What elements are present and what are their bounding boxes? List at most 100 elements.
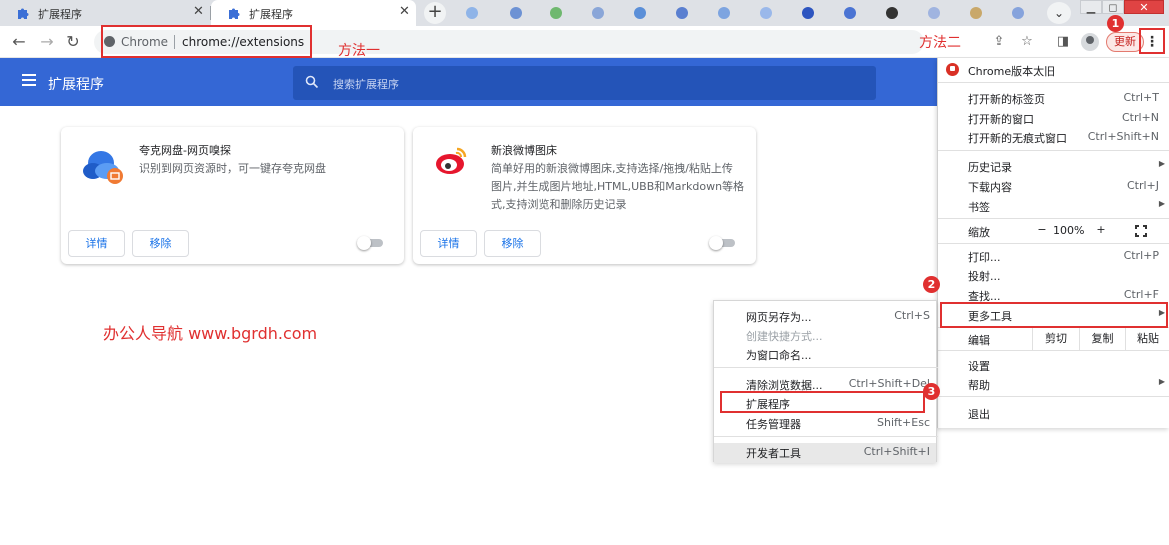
menu-item-upgrade[interactable]: Chrome版本太旧	[968, 63, 1163, 79]
reload-button[interactable]: ↻	[63, 32, 83, 52]
chevron-down-icon: ⌄	[1053, 6, 1065, 20]
menu-item-new-tab[interactable]: 打开新的标签页 Ctrl+T	[968, 91, 1163, 107]
forward-button[interactable]: →	[37, 32, 57, 52]
toggle-knob	[709, 236, 723, 250]
menu-item-new-window[interactable]: 打开新的窗口 Ctrl+N	[968, 111, 1163, 127]
chrome-main-menu: Chrome版本太旧 打开新的标签页 Ctrl+T 打开新的窗口 Ctrl+N 打开…	[937, 58, 1169, 428]
menu-item-settings[interactable]: 设置	[968, 358, 1163, 374]
submenu-item-name-window[interactable]: 为窗口命名...	[746, 347, 918, 363]
chevron-right-icon: ▶	[1158, 377, 1165, 386]
tab-extensions-1[interactable]: 扩展程序 ✕	[0, 0, 210, 26]
annotation-step-3: 3	[923, 383, 940, 400]
menu-separator	[938, 150, 1169, 151]
description-line: 识别到网页资源时，可一键存夸克网盘	[139, 162, 326, 175]
menu-separator	[938, 350, 1169, 351]
fullscreen-icon[interactable]	[1134, 224, 1148, 238]
menu-zoom-row: 缩放 − 100% +	[938, 221, 1169, 243]
details-button[interactable]: 详情	[68, 230, 125, 257]
cut-button[interactable]: 剪切	[1032, 328, 1079, 350]
copy-button[interactable]: 复制	[1079, 328, 1125, 350]
menu-label: 设置	[968, 360, 990, 373]
weibo-icon	[436, 147, 467, 174]
annotation-step-2: 2	[923, 276, 940, 293]
menu-item-bookmarks[interactable]: 书签 ▶	[968, 199, 1165, 215]
zoom-label: 缩放	[968, 226, 990, 239]
chevron-right-icon: ▶	[1158, 159, 1165, 168]
menu-separator	[714, 436, 938, 437]
menu-shortcut: Ctrl+N	[1121, 111, 1159, 124]
menu-shortcut: Ctrl+F	[1123, 288, 1159, 301]
zoom-out-button[interactable]: −	[1033, 223, 1051, 236]
menu-item-exit[interactable]: 退出	[968, 406, 1163, 422]
page-title: 扩展程序	[48, 77, 104, 93]
details-button[interactable]: 详情	[420, 230, 477, 257]
remove-button[interactable]: 移除	[132, 230, 189, 257]
menu-shortcut: Ctrl+P	[1123, 249, 1159, 262]
annotation-method-one: 方法一	[338, 43, 380, 59]
extensions-search[interactable]: 搜索扩展程序	[293, 66, 876, 100]
menu-item-cast[interactable]: 投射...	[968, 268, 1163, 284]
remove-button[interactable]: 移除	[484, 230, 541, 257]
annotation-box-more-tools	[940, 302, 1168, 328]
star-icon[interactable]: ☆	[1019, 34, 1035, 50]
menu-label: 退出	[968, 408, 990, 421]
maximize-button[interactable]: ◻	[1102, 0, 1124, 14]
menu-item-print[interactable]: 打印... Ctrl+P	[968, 249, 1163, 265]
hamburger-icon[interactable]	[22, 74, 36, 86]
extension-description: 简单好用的新浪微博图床,支持选择/拖拽/粘贴上传 图片,并生成图片地址,HTML…	[491, 160, 753, 214]
menu-label: 打印...	[968, 251, 1001, 264]
annotation-method-two: 方法二	[919, 35, 961, 51]
new-tab-button[interactable]: +	[424, 2, 446, 24]
submenu-item-create-shortcut[interactable]: 创建快捷方式...	[746, 328, 918, 344]
menu-label: 投射...	[968, 270, 1001, 283]
menu-label: 任务管理器	[746, 418, 801, 431]
menu-edit-row: 编辑 剪切 复制 粘贴	[938, 328, 1169, 350]
tab-extensions-2[interactable]: 扩展程序 ✕	[211, 0, 416, 26]
menu-item-downloads[interactable]: 下载内容 Ctrl+J	[968, 179, 1163, 195]
menu-item-new-incognito[interactable]: 打开新的无痕式窗口 Ctrl+Shift+N	[968, 130, 1163, 146]
menu-shortcut: Ctrl+Shift+N	[1087, 130, 1159, 143]
description-line: 式,支持浏览和删除历史记录	[491, 198, 627, 211]
back-button[interactable]: ←	[9, 32, 29, 52]
minimize-button[interactable]: ▁	[1080, 0, 1102, 14]
annotation-box-url	[101, 25, 312, 58]
upgrade-icon	[946, 63, 959, 76]
menu-item-history[interactable]: 历史记录 ▶	[968, 159, 1165, 175]
tab-strip: 扩展程序 ✕ 扩展程序 ✕ + ⌄ ▁ ◻ ✕	[0, 0, 1169, 26]
description-line: 图片,并生成图片地址,HTML,UBB和Markdown等格	[491, 180, 745, 193]
share-icon[interactable]: ⇪	[991, 34, 1007, 50]
tab-search-button[interactable]: ⌄	[1047, 2, 1071, 24]
menu-label: 书签	[968, 201, 990, 214]
submenu-item-save-page[interactable]: 网页另存为... Ctrl+S	[746, 309, 930, 325]
menu-shortcut: Ctrl+Shift+I	[863, 445, 930, 458]
extension-name: 新浪微博图床	[491, 144, 557, 157]
extension-card-quark: 夸克网盘-网页嗅探 识别到网页资源时，可一键存夸克网盘 详情 移除	[61, 127, 404, 264]
more-tools-submenu: 网页另存为... Ctrl+S 创建快捷方式... 为窗口命名... 清除浏览数据…	[713, 300, 938, 463]
menu-label: 创建快捷方式...	[746, 330, 823, 343]
tab-title: 扩展程序	[38, 8, 82, 21]
extension-name: 夸克网盘-网页嗅探	[139, 144, 231, 157]
enable-toggle[interactable]	[709, 236, 735, 250]
menu-separator	[714, 367, 938, 368]
menu-label: 为窗口命名...	[746, 349, 812, 362]
menu-label: Chrome版本太旧	[968, 65, 1056, 78]
menu-item-help[interactable]: 帮助 ▶	[968, 377, 1165, 393]
close-icon[interactable]: ✕	[399, 4, 410, 19]
menu-separator	[938, 82, 1169, 83]
menu-label: 帮助	[968, 379, 990, 392]
menu-shortcut: Ctrl+Shift+Del	[848, 377, 930, 390]
menu-shortcut: Ctrl+J	[1126, 179, 1159, 192]
window-close-button[interactable]: ✕	[1124, 0, 1164, 14]
submenu-item-task-manager[interactable]: 任务管理器 Shift+Esc	[746, 416, 930, 432]
close-icon[interactable]: ✕	[193, 4, 204, 19]
enable-toggle[interactable]	[357, 236, 383, 250]
side-panel-icon[interactable]: ◨	[1055, 34, 1071, 50]
profile-avatar[interactable]	[1081, 33, 1099, 51]
quark-cloud-icon	[83, 151, 123, 184]
menu-label: 下载内容	[968, 181, 1012, 194]
paste-button[interactable]: 粘贴	[1125, 328, 1169, 350]
submenu-item-dev-tools[interactable]: 开发者工具 Ctrl+Shift+I	[746, 445, 930, 461]
edit-label: 编辑	[968, 334, 990, 347]
extension-description: 识别到网页资源时，可一键存夸克网盘	[139, 160, 389, 178]
zoom-in-button[interactable]: +	[1092, 223, 1110, 236]
